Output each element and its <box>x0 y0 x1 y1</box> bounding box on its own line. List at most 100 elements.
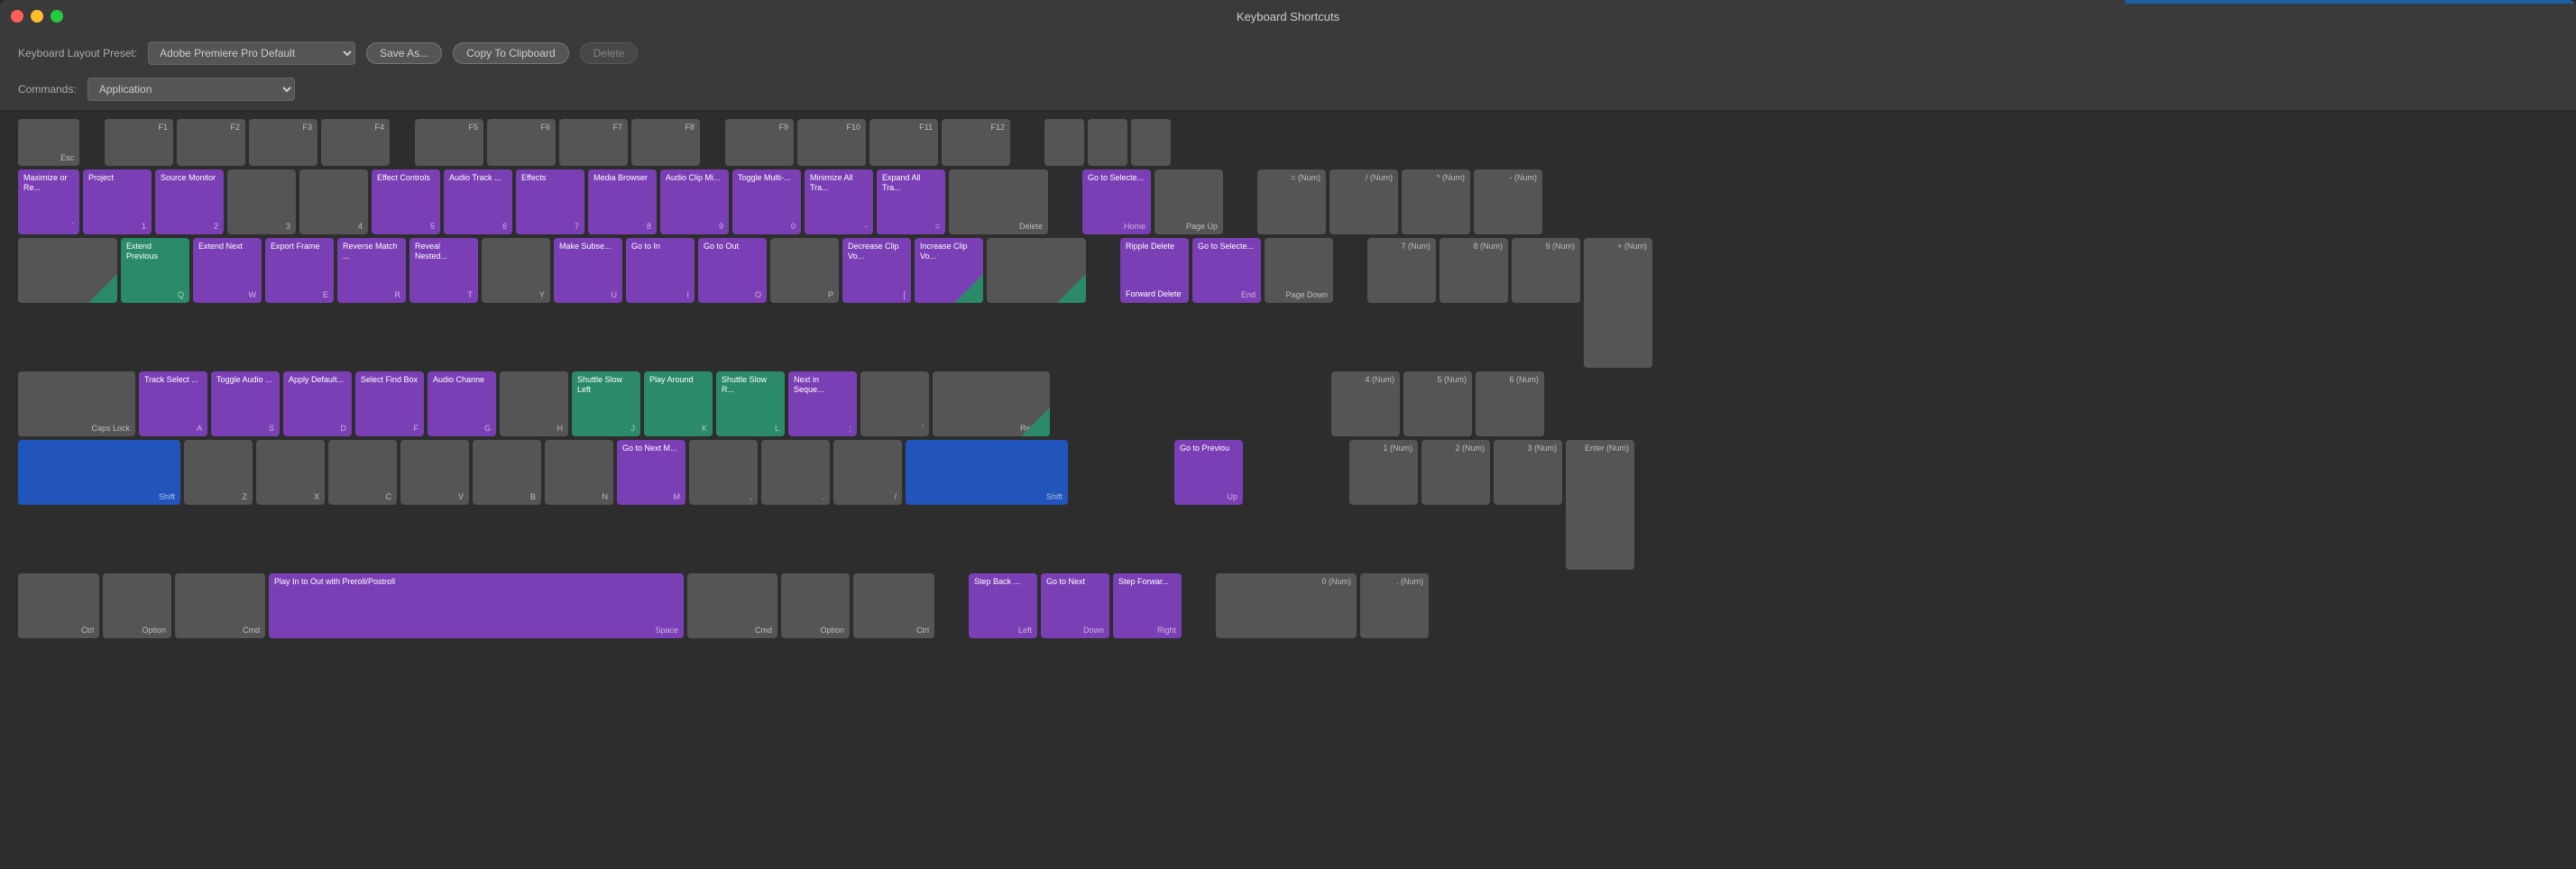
key-3[interactable]: 3 <box>227 169 296 234</box>
key-m[interactable]: Go to Next M... M <box>617 440 685 505</box>
key-end[interactable]: Go to Selecte... End <box>1192 238 1261 303</box>
key-0[interactable]: Toggle Multi-... 0 <box>732 169 801 234</box>
key-num-enter[interactable]: Enter (Num) <box>1566 440 1634 570</box>
key-arrow-right[interactable]: Step Forwar... Right <box>1113 573 1182 638</box>
key-pgup[interactable]: Page Up <box>1155 169 1223 234</box>
key-shift-left[interactable]: Shift <box>18 440 180 505</box>
key-num-div[interactable]: / (Num) <box>1329 169 1398 234</box>
key-e[interactable]: Export Frame E <box>265 238 334 303</box>
key-rbracket[interactable]: Increase Clip Vo... ] <box>915 238 983 303</box>
key-minus[interactable]: Minimize All Tra... - <box>805 169 873 234</box>
key-num-plus[interactable]: + (Num) <box>1584 238 1652 368</box>
key-option-right[interactable]: Option <box>781 573 850 638</box>
save-as-button[interactable]: Save As... <box>366 42 442 64</box>
key-num-mul[interactable]: * (Num) <box>1402 169 1470 234</box>
key-cmd-left[interactable]: Cmd <box>175 573 265 638</box>
key-l[interactable]: Shuttle Slow R... L <box>716 371 785 436</box>
key-f12[interactable]: F12 <box>942 119 1010 166</box>
key-home[interactable]: Go to Selecte... Home <box>1082 169 1151 234</box>
key-delete-bksp[interactable]: Delete <box>949 169 1048 234</box>
key-f3[interactable]: F3 <box>249 119 317 166</box>
key-lbracket[interactable]: Decrease Clip Vo... [ <box>842 238 911 303</box>
key-power[interactable] <box>1044 119 1084 166</box>
key-tab[interactable]: Tab <box>18 238 117 303</box>
key-a[interactable]: Track Select ... A <box>139 371 207 436</box>
key-f15[interactable] <box>1131 119 1171 166</box>
copy-clipboard-button[interactable]: Copy To Clipboard <box>453 42 569 64</box>
key-u[interactable]: Make Subse... U <box>554 238 622 303</box>
key-q[interactable]: Extend Previous Q <box>121 238 189 303</box>
key-num-dot[interactable]: . (Num) <box>1360 573 1429 638</box>
key-5[interactable]: Effect Controls 5 <box>372 169 440 234</box>
key-j[interactable]: Shuttle Slow Left J <box>572 371 640 436</box>
key-num9[interactable]: 9 (Num) <box>1512 238 1580 303</box>
key-c[interactable]: C <box>328 440 397 505</box>
key-f8[interactable]: F8 <box>631 119 700 166</box>
key-8[interactable]: Media Browser 8 <box>588 169 657 234</box>
key-space[interactable]: Play In to Out with Preroll/Postroll Spa… <box>269 573 684 638</box>
key-f2[interactable]: F2 <box>177 119 245 166</box>
key-comma[interactable]: , <box>689 440 758 505</box>
key-9[interactable]: Audio Clip Mi... 9 <box>660 169 729 234</box>
key-7[interactable]: Effects 7 <box>516 169 584 234</box>
key-equals[interactable]: Expand All Tra... = <box>877 169 945 234</box>
key-esc[interactable]: Esc <box>18 119 79 166</box>
key-f[interactable]: Select Find Box F <box>355 371 424 436</box>
key-num0[interactable]: 0 (Num) <box>1216 573 1357 638</box>
key-ripple-delete[interactable]: Ripple Delete Forward Delete <box>1120 238 1189 303</box>
key-f4[interactable]: F4 <box>321 119 390 166</box>
key-ctrl-right[interactable]: Ctrl <box>853 573 934 638</box>
commands-select[interactable]: Application <box>87 78 295 101</box>
key-num3[interactable]: 3 (Num) <box>1494 440 1562 505</box>
key-num6[interactable]: 6 (Num) <box>1476 371 1544 436</box>
key-b[interactable]: B <box>473 440 541 505</box>
key-k[interactable]: Play Around K <box>644 371 713 436</box>
key-f1[interactable]: F1 <box>105 119 173 166</box>
key-f14[interactable] <box>1088 119 1127 166</box>
key-z[interactable]: Z <box>184 440 253 505</box>
key-option-left[interactable]: Option <box>103 573 171 638</box>
key-ctrl-left[interactable]: Ctrl <box>18 573 99 638</box>
key-f9[interactable]: F9 <box>725 119 794 166</box>
key-4[interactable]: 4 <box>299 169 368 234</box>
key-num5[interactable]: 5 (Num) <box>1403 371 1472 436</box>
key-arrow-down[interactable]: Go to Next Down <box>1041 573 1109 638</box>
close-button[interactable] <box>11 10 23 23</box>
key-shift-right[interactable]: Shift <box>906 440 1068 505</box>
key-y[interactable]: Y <box>482 238 550 303</box>
key-i[interactable]: Go to In I <box>626 238 695 303</box>
delete-button[interactable]: Delete <box>580 42 639 64</box>
key-return[interactable]: Return <box>933 371 1050 436</box>
minimize-button[interactable] <box>31 10 43 23</box>
key-w[interactable]: Extend Next W <box>193 238 262 303</box>
key-num-sub[interactable]: - (Num) <box>1474 169 1542 234</box>
key-r[interactable]: Reverse Match ... R <box>337 238 406 303</box>
key-slash[interactable]: / <box>833 440 902 505</box>
key-backtick[interactable]: Maximize or Re... ` <box>18 169 79 234</box>
key-capslock[interactable]: Caps Lock <box>18 371 135 436</box>
key-v[interactable]: V <box>400 440 469 505</box>
key-num1[interactable]: 1 (Num) <box>1349 440 1418 505</box>
preset-select[interactable]: Adobe Premiere Pro Default <box>148 41 355 65</box>
key-semicolon[interactable]: Next in Seque... ; <box>788 371 857 436</box>
key-g[interactable]: Audio Channe G <box>428 371 496 436</box>
key-s[interactable]: Toggle Audio ... S <box>211 371 280 436</box>
key-num-eq[interactable]: = (Num) <box>1257 169 1326 234</box>
key-d[interactable]: Apply Default... D <box>283 371 352 436</box>
key-arrow-up[interactable]: Go to Previou Up <box>1174 440 1243 505</box>
key-f10[interactable]: F10 <box>797 119 866 166</box>
key-n[interactable]: N <box>545 440 613 505</box>
key-f5[interactable]: F5 <box>415 119 483 166</box>
key-num2[interactable]: 2 (Num) <box>1421 440 1490 505</box>
key-pgdn[interactable]: Page Down <box>1265 238 1333 303</box>
key-1[interactable]: Project 1 <box>83 169 152 234</box>
key-t[interactable]: Reveal Nested... T <box>409 238 478 303</box>
key-arrow-left[interactable]: Step Back ... Left <box>969 573 1037 638</box>
key-backslash[interactable]: \ <box>987 238 1086 303</box>
key-num7[interactable]: 7 (Num) <box>1367 238 1436 303</box>
key-f11[interactable]: F11 <box>869 119 938 166</box>
key-h[interactable]: H <box>500 371 568 436</box>
key-2[interactable]: Source Monitor 2 <box>155 169 224 234</box>
key-cmd-right[interactable]: Cmd <box>687 573 777 638</box>
key-x[interactable]: X <box>256 440 325 505</box>
